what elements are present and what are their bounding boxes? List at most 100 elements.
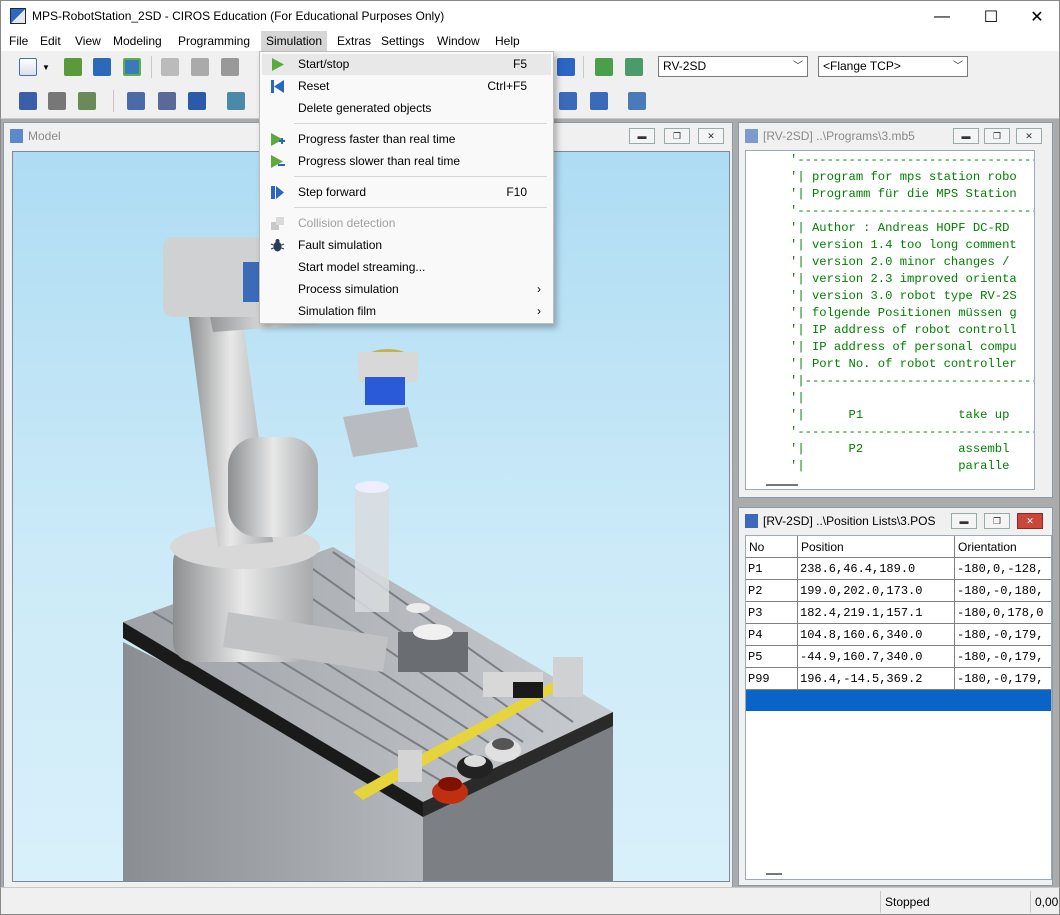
- code-line: '| Port No. of robot controller: [790, 357, 1017, 371]
- menu-extras[interactable]: Extras: [332, 31, 376, 51]
- menu-item-slower[interactable]: Progress slower than real time: [262, 151, 551, 172]
- menu-programming[interactable]: Programming: [173, 31, 255, 51]
- cell-orientation[interactable]: -180,-0,180,: [955, 580, 1051, 602]
- menu-modeling[interactable]: Modeling: [108, 31, 167, 51]
- menu-item-faster[interactable]: Progress faster than real time: [262, 129, 551, 150]
- paste-icon[interactable]: [221, 58, 239, 76]
- app-icon: [10, 8, 26, 24]
- position-restore-button[interactable]: ❐: [984, 513, 1010, 529]
- position-window-title: [RV-2SD] ..\Position Lists\3.POS: [763, 514, 936, 528]
- collision-icon: [271, 217, 284, 230]
- model-close-button[interactable]: ✕: [698, 128, 724, 144]
- cell-orientation[interactable]: -180,-0,179,: [955, 668, 1051, 690]
- program-minimize-button[interactable]: ▬: [953, 128, 979, 144]
- robot-tool-icon[interactable]: [19, 92, 37, 110]
- program-window-title: [RV-2SD] ..\Programs\3.mb5: [763, 129, 915, 143]
- code-editor[interactable]: '--------------------------------- '| pr…: [745, 150, 1035, 490]
- menu-item-reset[interactable]: Reset Ctrl+F5: [262, 76, 551, 97]
- code-line: '| program for mps station robo: [790, 170, 1017, 184]
- selected-empty-row[interactable]: [746, 690, 1051, 711]
- robot-teach-icon[interactable]: [158, 92, 176, 110]
- cut-icon[interactable]: [161, 58, 179, 76]
- program-restore-button[interactable]: ❐: [984, 128, 1010, 144]
- faster-toolbar-icon[interactable]: [595, 58, 613, 76]
- menu-item-fault-simulation[interactable]: Fault simulation: [262, 235, 551, 256]
- cell-no[interactable]: P3: [746, 602, 798, 624]
- chevron-down-icon: ﹀: [953, 61, 963, 72]
- list-2-icon[interactable]: [559, 92, 577, 110]
- code-line: '| IP address of personal compu: [790, 340, 1017, 354]
- menu-item-model-streaming[interactable]: Start model streaming...: [262, 257, 551, 278]
- menu-file[interactable]: File: [4, 31, 33, 51]
- model-minimize-button[interactable]: ▬: [629, 128, 655, 144]
- code-line: '| Programm für die MPS Station: [790, 187, 1017, 201]
- cell-no[interactable]: P4: [746, 624, 798, 646]
- robot-select[interactable]: RV-2SD ﹀: [658, 56, 808, 77]
- menu-item-step-forward[interactable]: Step forward F10: [262, 182, 551, 203]
- cell-orientation[interactable]: -180,0,-128,: [955, 558, 1051, 580]
- code-line: '| IP address of robot controll: [790, 323, 1017, 337]
- new-dropdown-icon[interactable]: ▼: [42, 63, 52, 72]
- tcp-select[interactable]: <Flange TCP> ﹀: [818, 56, 968, 77]
- copy-icon[interactable]: [191, 58, 209, 76]
- position-table[interactable]: No Position Orientation P1 238.6,46.4,18…: [745, 535, 1052, 880]
- menu-settings[interactable]: Settings: [376, 31, 429, 51]
- slower-toolbar-icon[interactable]: [625, 58, 643, 76]
- step-toolbar-icon[interactable]: [557, 58, 575, 76]
- position-list-window[interactable]: [RV-2SD] ..\Position Lists\3.POS ▬ ❐ ✕ N…: [738, 507, 1053, 886]
- toolbar-separator: [151, 56, 152, 78]
- menu-window[interactable]: Window: [432, 31, 485, 51]
- robot-position-icon[interactable]: [127, 92, 145, 110]
- menu-simulation[interactable]: Simulation: [261, 31, 328, 51]
- list-3-icon[interactable]: [590, 92, 608, 110]
- menu-help[interactable]: Help: [490, 31, 525, 51]
- robot-program-icon[interactable]: [188, 92, 206, 110]
- horizontal-scrollbar-thumb[interactable]: [766, 873, 782, 875]
- cell-position[interactable]: 196.4,-14.5,369.2: [798, 668, 955, 690]
- menu-view[interactable]: View: [70, 31, 106, 51]
- save-icon[interactable]: [93, 58, 111, 76]
- program-close-button[interactable]: ✕: [1016, 128, 1042, 144]
- menu-item-process-simulation[interactable]: Process simulation ›: [262, 279, 551, 300]
- open-folder-icon[interactable]: [64, 58, 82, 76]
- robot-io-icon[interactable]: [227, 92, 245, 110]
- minimize-button[interactable]: —: [919, 1, 965, 32]
- cell-no[interactable]: P1: [746, 558, 798, 580]
- code-line: '---------------------------------: [790, 425, 1035, 439]
- text-a-icon[interactable]: [628, 92, 646, 110]
- menu-separator: [294, 176, 547, 177]
- close-button[interactable]: ✕: [1014, 1, 1060, 32]
- horizontal-scrollbar-thumb[interactable]: [766, 484, 798, 486]
- position-close-button[interactable]: ✕: [1017, 513, 1043, 529]
- cell-no[interactable]: P99: [746, 668, 798, 690]
- cell-position[interactable]: 104.8,160.6,340.0: [798, 624, 955, 646]
- code-line: '|--------------------------------: [790, 374, 1035, 388]
- workcell-icon[interactable]: [78, 92, 96, 110]
- menu-item-collision-detection[interactable]: Collision detection: [262, 213, 551, 234]
- cell-orientation[interactable]: -180,0,178,0: [955, 602, 1051, 624]
- model-restore-button[interactable]: ❐: [664, 128, 690, 144]
- column-header-no[interactable]: No: [746, 536, 798, 558]
- menu-item-simulation-film[interactable]: Simulation film ›: [262, 301, 551, 322]
- column-header-orientation[interactable]: Orientation: [955, 536, 1051, 558]
- cell-position[interactable]: 199.0,202.0,173.0: [798, 580, 955, 602]
- program-editor-window[interactable]: [RV-2SD] ..\Programs\3.mb5 ▬ ❐ ✕ '------…: [738, 122, 1053, 498]
- cell-orientation[interactable]: -180,-0,179,: [955, 624, 1051, 646]
- save-all-icon[interactable]: [123, 58, 141, 76]
- cell-orientation[interactable]: -180,-0,179,: [955, 646, 1051, 668]
- position-minimize-button[interactable]: ▬: [951, 513, 977, 529]
- menu-edit[interactable]: Edit: [35, 31, 66, 51]
- code-line: '| version 2.3 improved orienta: [790, 272, 1017, 286]
- cell-no[interactable]: P5: [746, 646, 798, 668]
- cell-position[interactable]: 238.6,46.4,189.0: [798, 558, 955, 580]
- cell-position[interactable]: -44.9,160.7,340.0: [798, 646, 955, 668]
- menu-item-start-stop[interactable]: Start/stop F5: [262, 54, 551, 75]
- cell-no[interactable]: P2: [746, 580, 798, 602]
- column-header-position[interactable]: Position: [798, 536, 955, 558]
- maximize-button[interactable]: ☐: [968, 1, 1014, 32]
- new-file-icon[interactable]: [19, 58, 37, 76]
- cell-position[interactable]: 182.4,219.1,157.1: [798, 602, 955, 624]
- menu-item-delete-generated[interactable]: Delete generated objects: [262, 98, 551, 119]
- menu-separator: [294, 123, 547, 124]
- factory-icon[interactable]: [48, 92, 66, 110]
